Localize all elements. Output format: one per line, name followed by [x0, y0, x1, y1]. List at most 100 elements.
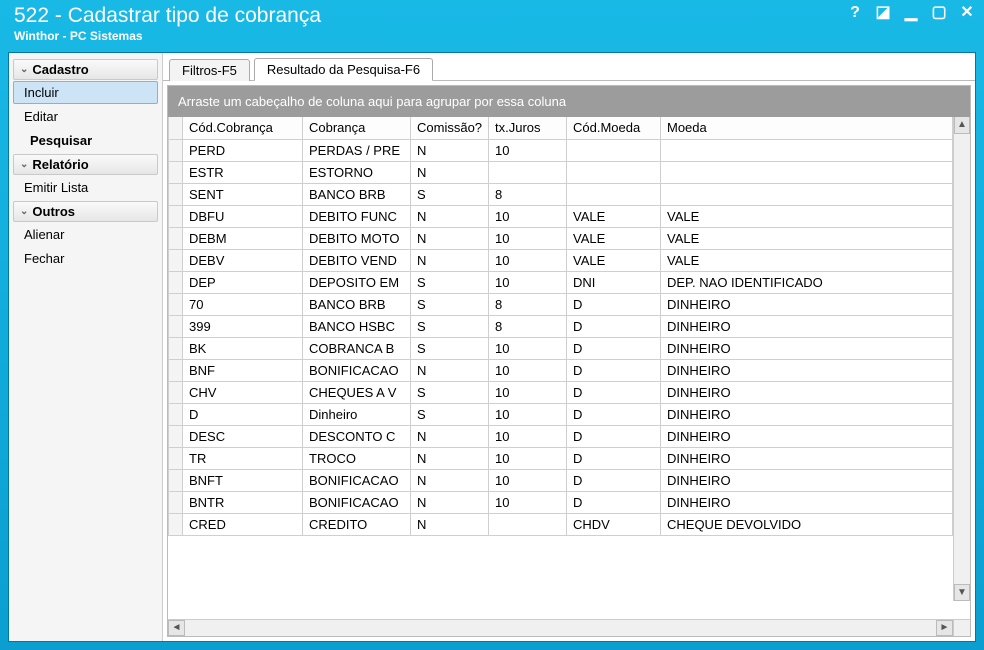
sidebar-group-header[interactable]: ⌄Relatório — [13, 154, 158, 175]
cell[interactable]: D — [567, 447, 661, 469]
maximize-icon[interactable]: ▢ — [930, 4, 948, 22]
table-row[interactable]: DDinheiroS10DDINHEIRO — [169, 403, 953, 425]
group-by-strip[interactable]: Arraste um cabeçalho de coluna aqui para… — [168, 86, 970, 117]
cell[interactable]: N — [411, 205, 489, 227]
cell[interactable]: DINHEIRO — [661, 359, 953, 381]
cell[interactable]: DINHEIRO — [661, 403, 953, 425]
cell[interactable]: DINHEIRO — [661, 425, 953, 447]
column-header[interactable]: Cód.Cobrança — [183, 117, 303, 139]
cell[interactable]: N — [411, 161, 489, 183]
close-icon[interactable]: ✕ — [958, 4, 976, 22]
cell[interactable]: 8 — [489, 315, 567, 337]
sidebar-group-header[interactable]: ⌄Outros — [13, 201, 158, 222]
cell[interactable]: S — [411, 403, 489, 425]
cell[interactable]: CHEQUE DEVOLVIDO — [661, 513, 953, 535]
tab[interactable]: Resultado da Pesquisa-F6 — [254, 58, 433, 81]
cell[interactable]: N — [411, 425, 489, 447]
cell[interactable] — [567, 183, 661, 205]
table-row[interactable]: PERDPERDAS / PREN10 — [169, 139, 953, 161]
cell[interactable]: TROCO — [303, 447, 411, 469]
cell[interactable]: S — [411, 381, 489, 403]
cell[interactable]: PERDAS / PRE — [303, 139, 411, 161]
cell[interactable]: DESC — [183, 425, 303, 447]
cell[interactable] — [567, 139, 661, 161]
row-selector[interactable] — [169, 161, 183, 183]
cell[interactable]: D — [567, 381, 661, 403]
cell[interactable]: 10 — [489, 491, 567, 513]
cell[interactable]: D — [567, 293, 661, 315]
cell[interactable]: N — [411, 359, 489, 381]
cell[interactable]: COBRANCA B — [303, 337, 411, 359]
table-row[interactable]: BNFBONIFICACAON10DDINHEIRO — [169, 359, 953, 381]
cell[interactable]: ESTR — [183, 161, 303, 183]
sidebar-item[interactable]: Fechar — [13, 247, 158, 270]
cell[interactable]: BANCO HSBC — [303, 315, 411, 337]
cell[interactable]: 10 — [489, 359, 567, 381]
cell[interactable]: CRED — [183, 513, 303, 535]
note-icon[interactable]: ◪ — [874, 4, 892, 22]
cell[interactable]: DEBV — [183, 249, 303, 271]
table-row[interactable]: 399BANCO HSBCS8DDINHEIRO — [169, 315, 953, 337]
cell[interactable]: 10 — [489, 447, 567, 469]
cell[interactable]: D — [567, 315, 661, 337]
table-row[interactable]: SENTBANCO BRBS8 — [169, 183, 953, 205]
cell[interactable]: DEPOSITO EM — [303, 271, 411, 293]
cell[interactable]: DINHEIRO — [661, 381, 953, 403]
cell[interactable]: DEP — [183, 271, 303, 293]
cell[interactable] — [489, 161, 567, 183]
column-header[interactable]: Moeda — [661, 117, 953, 139]
scroll-left-icon[interactable]: ◄ — [168, 620, 185, 636]
cell[interactable]: DNI — [567, 271, 661, 293]
cell[interactable]: 399 — [183, 315, 303, 337]
help-icon[interactable]: ? — [846, 4, 864, 22]
row-selector[interactable] — [169, 271, 183, 293]
cell[interactable]: D — [183, 403, 303, 425]
cell[interactable]: VALE — [661, 249, 953, 271]
table-row[interactable]: BNFTBONIFICACAON10DDINHEIRO — [169, 469, 953, 491]
row-selector[interactable] — [169, 381, 183, 403]
cell[interactable]: N — [411, 469, 489, 491]
cell[interactable]: DINHEIRO — [661, 315, 953, 337]
table-row[interactable]: CREDCREDITONCHDVCHEQUE DEVOLVIDO — [169, 513, 953, 535]
cell[interactable]: BNF — [183, 359, 303, 381]
cell[interactable]: 10 — [489, 381, 567, 403]
cell[interactable]: VALE — [567, 205, 661, 227]
cell[interactable]: BNFT — [183, 469, 303, 491]
row-selector[interactable] — [169, 491, 183, 513]
scroll-up-icon[interactable]: ▲ — [954, 117, 970, 134]
cell[interactable]: VALE — [661, 227, 953, 249]
column-header[interactable]: Cobrança — [303, 117, 411, 139]
cell[interactable]: CHDV — [567, 513, 661, 535]
row-selector[interactable] — [169, 249, 183, 271]
cell[interactable]: BONIFICACAO — [303, 469, 411, 491]
vertical-scrollbar[interactable]: ▲ ▼ — [953, 117, 970, 601]
row-selector[interactable] — [169, 205, 183, 227]
cell[interactable] — [661, 139, 953, 161]
cell[interactable]: D — [567, 403, 661, 425]
row-selector[interactable] — [169, 227, 183, 249]
cell[interactable]: CHEQUES A V — [303, 381, 411, 403]
cell[interactable]: SENT — [183, 183, 303, 205]
cell[interactable]: 10 — [489, 227, 567, 249]
scroll-down-icon[interactable]: ▼ — [954, 584, 970, 601]
cell[interactable]: VALE — [661, 205, 953, 227]
cell[interactable]: DINHEIRO — [661, 337, 953, 359]
row-selector[interactable] — [169, 469, 183, 491]
cell[interactable]: N — [411, 249, 489, 271]
minimize-icon[interactable]: ▁ — [902, 4, 920, 22]
cell[interactable]: N — [411, 447, 489, 469]
cell[interactable]: VALE — [567, 249, 661, 271]
cell[interactable] — [567, 161, 661, 183]
cell[interactable] — [661, 183, 953, 205]
table-row[interactable]: 70BANCO BRBS8DDINHEIRO — [169, 293, 953, 315]
cell[interactable]: N — [411, 513, 489, 535]
table-row[interactable]: BNTRBONIFICACAON10DDINHEIRO — [169, 491, 953, 513]
cell[interactable]: N — [411, 227, 489, 249]
cell[interactable]: BNTR — [183, 491, 303, 513]
table-row[interactable]: TRTROCON10DDINHEIRO — [169, 447, 953, 469]
results-grid[interactable]: Cód.CobrançaCobrançaComissão?tx.JurosCód… — [168, 117, 953, 536]
cell[interactable]: 10 — [489, 469, 567, 491]
row-selector[interactable] — [169, 359, 183, 381]
cell[interactable]: D — [567, 425, 661, 447]
cell[interactable]: DINHEIRO — [661, 469, 953, 491]
